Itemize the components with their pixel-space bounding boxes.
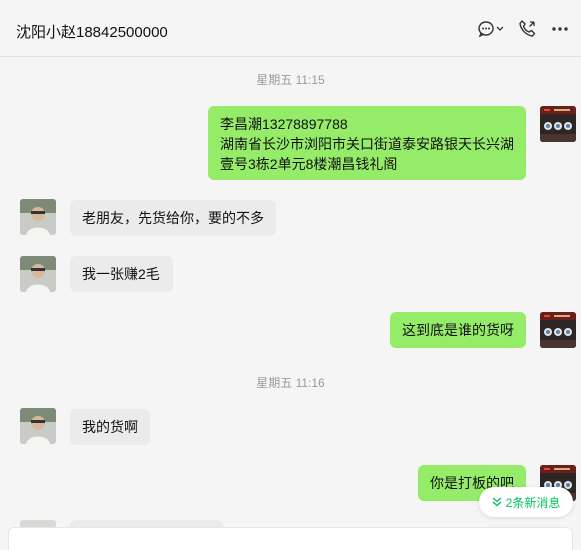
header-actions bbox=[477, 19, 569, 39]
my-avatar[interactable] bbox=[540, 106, 576, 142]
chat-header: 沈阳小赵18842500000 bbox=[0, 0, 581, 57]
input-area bbox=[0, 527, 581, 550]
double-chevron-down-icon bbox=[492, 497, 502, 507]
more-options-icon[interactable] bbox=[551, 26, 569, 32]
message-bubble-received[interactable]: 老朋友，先货给你，要的不多 bbox=[70, 200, 276, 236]
message-input[interactable] bbox=[8, 527, 573, 550]
message-bubble-received[interactable]: 我的货啊 bbox=[70, 409, 150, 445]
new-messages-button[interactable]: 2条新消息 bbox=[479, 487, 573, 517]
contact-avatar[interactable] bbox=[20, 256, 56, 292]
chat-title: 沈阳小赵18842500000 bbox=[16, 24, 168, 41]
message-bubble-sent[interactable]: 李昌潮13278897788 湖南省长沙市浏阳市关口街道泰安路银天长兴湖 壹号3… bbox=[208, 106, 526, 180]
time-divider: 星期五 11:16 bbox=[256, 376, 325, 390]
contact-avatar[interactable] bbox=[20, 199, 56, 235]
message-bubble-received[interactable]: 我一张赚2毛 bbox=[70, 256, 173, 292]
time-divider: 星期五 11:15 bbox=[256, 73, 325, 87]
chat-bubble-icon[interactable] bbox=[477, 20, 503, 38]
voice-call-icon[interactable] bbox=[517, 19, 537, 39]
message-bubble-sent[interactable]: 这到底是谁的货呀 bbox=[390, 312, 526, 348]
contact-avatar[interactable] bbox=[20, 408, 56, 444]
my-avatar[interactable] bbox=[540, 312, 576, 348]
new-messages-label: 2条新消息 bbox=[505, 495, 561, 510]
